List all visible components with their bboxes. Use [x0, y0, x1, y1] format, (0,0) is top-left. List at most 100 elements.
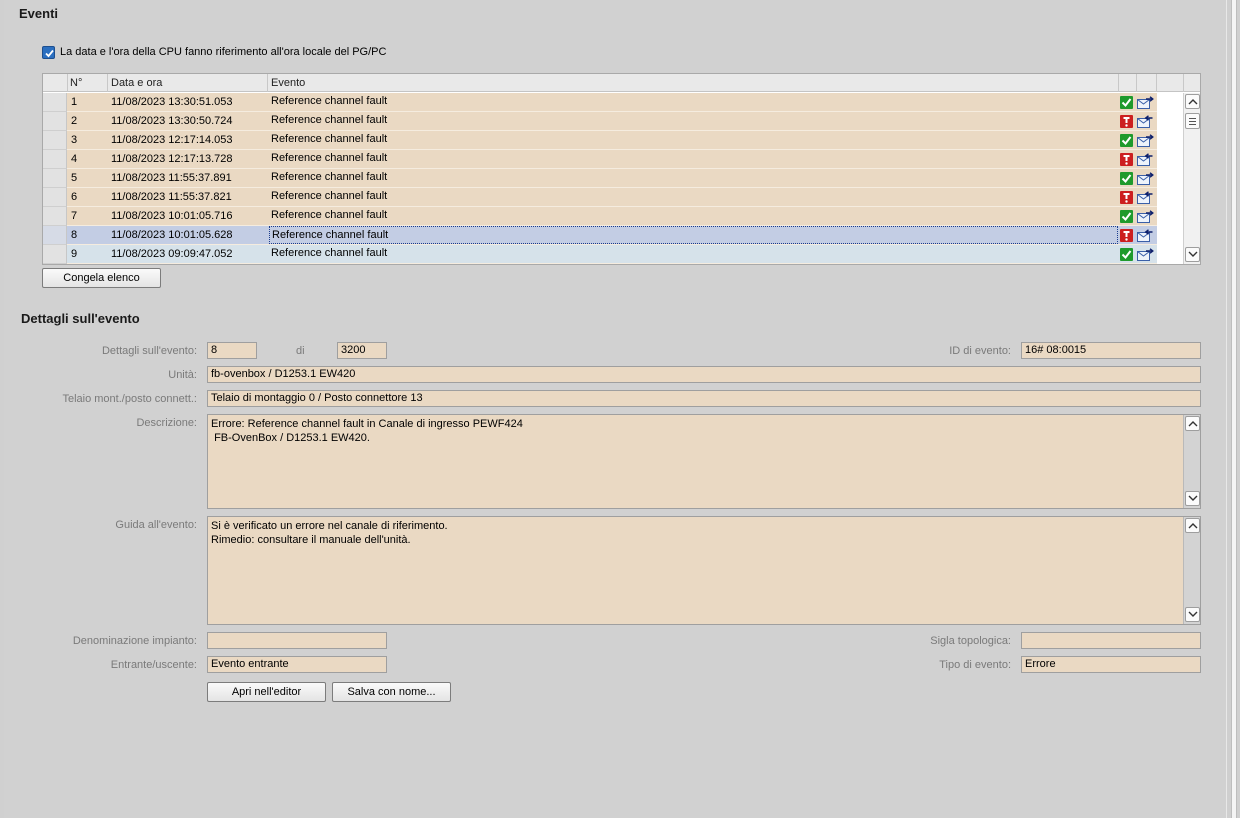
- row-event: Reference channel fault: [271, 209, 388, 221]
- description-textarea[interactable]: Errore: Reference channel fault in Canal…: [207, 414, 1201, 509]
- row-datetime: 11/08/2023 12:17:13.728: [111, 153, 233, 165]
- table-row[interactable]: 7 11/08/2023 10:01:05.716 Reference chan…: [43, 207, 1183, 226]
- error-icon: [1120, 115, 1133, 128]
- envelope-icon: [1137, 172, 1154, 185]
- row-number: 5: [71, 172, 78, 184]
- local-time-checkbox-row[interactable]: La data e l'ora della CPU fanno riferime…: [42, 45, 386, 59]
- scroll-up-button[interactable]: [1185, 416, 1200, 431]
- row-datetime: 11/08/2023 11:55:37.891: [111, 172, 232, 184]
- events-table-header: N° Data e ora Evento: [43, 74, 1200, 92]
- row-event: Reference channel fault: [271, 171, 388, 183]
- error-icon: [1120, 153, 1133, 166]
- event-total-field[interactable]: 3200: [337, 342, 387, 359]
- details-title: Dettagli sull'evento: [21, 311, 140, 326]
- topology-field[interactable]: [1021, 632, 1201, 649]
- event-guide-scrollbar[interactable]: [1183, 517, 1200, 624]
- scroll-up-button[interactable]: [1185, 518, 1200, 533]
- unit-label: Unità:: [168, 369, 197, 381]
- plant-designation-label: Denominazione impianto:: [72, 635, 197, 647]
- row-datetime: 11/08/2023 13:30:51.053: [111, 96, 233, 108]
- table-row[interactable]: 5 11/08/2023 11:55:37.891 Reference chan…: [43, 169, 1183, 188]
- row-datetime: 11/08/2023 09:09:47.052: [111, 248, 233, 260]
- ok-icon: [1120, 134, 1133, 147]
- envelope-icon: [1137, 153, 1154, 166]
- error-icon: [1120, 229, 1133, 242]
- events-table[interactable]: N° Data e ora Evento 1 11/08/2023 13:30:…: [42, 73, 1201, 265]
- envelope-icon: [1137, 96, 1154, 109]
- table-row[interactable]: 4 11/08/2023 12:17:13.728 Reference chan…: [43, 150, 1183, 169]
- row-datetime: 11/08/2023 11:55:37.821: [111, 191, 232, 203]
- local-time-checkbox-label: La data e l'ora della CPU fanno riferime…: [60, 46, 387, 58]
- event-id-field[interactable]: 16# 08:0015: [1021, 342, 1201, 359]
- row-datetime: 11/08/2023 10:01:05.628: [111, 229, 233, 241]
- event-guide-textarea[interactable]: Si è verificato un errore nel canale di …: [207, 516, 1201, 625]
- row-event: Reference channel fault: [271, 247, 388, 259]
- envelope-icon: [1137, 115, 1154, 128]
- topology-label: Sigla topologica:: [930, 635, 1011, 647]
- row-number: 6: [71, 191, 78, 203]
- row-number: 4: [71, 153, 78, 165]
- event-index-field[interactable]: 8: [207, 342, 257, 359]
- scroll-down-button[interactable]: [1185, 607, 1200, 622]
- row-number: 1: [71, 96, 78, 108]
- ok-icon: [1120, 172, 1133, 185]
- event-details-label: Dettagli sull'evento:: [101, 345, 197, 357]
- incoming-outgoing-field[interactable]: Evento entrante: [207, 656, 387, 673]
- row-number: 2: [71, 115, 78, 127]
- ok-icon: [1120, 248, 1133, 261]
- row-number: 8: [71, 229, 78, 241]
- open-in-editor-button[interactable]: Apri nell'editor: [207, 682, 326, 702]
- event-guide-label: Guida all'evento:: [115, 519, 197, 531]
- table-row[interactable]: 9 11/08/2023 09:09:47.052 Reference chan…: [43, 245, 1183, 264]
- envelope-icon: [1137, 229, 1154, 242]
- row-number: 9: [71, 248, 78, 260]
- column-header-event[interactable]: Evento: [271, 74, 305, 92]
- row-datetime: 11/08/2023 13:30:50.724: [111, 115, 233, 127]
- description-label: Descrizione:: [136, 417, 197, 429]
- of-label: di: [296, 345, 305, 357]
- save-as-button[interactable]: Salva con nome...: [332, 682, 451, 702]
- table-row[interactable]: 6 11/08/2023 11:55:37.821 Reference chan…: [43, 188, 1183, 207]
- row-event: Reference channel fault: [271, 152, 388, 164]
- ok-icon: [1120, 210, 1133, 223]
- scroll-down-button[interactable]: [1185, 491, 1200, 506]
- rack-slot-field[interactable]: Telaio di montaggio 0 / Posto connettore…: [207, 390, 1201, 407]
- row-event: Reference channel fault: [271, 95, 388, 107]
- table-row[interactable]: 1 11/08/2023 13:30:51.053 Reference chan…: [43, 93, 1183, 112]
- outer-scrollbar-track[interactable]: [1231, 0, 1237, 818]
- row-event: Reference channel fault: [271, 190, 388, 202]
- row-datetime: 11/08/2023 12:17:14.053: [111, 134, 233, 146]
- row-number: 3: [71, 134, 78, 146]
- ok-icon: [1120, 96, 1133, 109]
- envelope-icon: [1137, 134, 1154, 147]
- envelope-icon: [1137, 210, 1154, 223]
- incoming-outgoing-label: Entrante/uscente:: [110, 659, 197, 671]
- table-row[interactable]: 3 11/08/2023 12:17:14.053 Reference chan…: [43, 131, 1183, 150]
- error-icon: [1120, 191, 1133, 204]
- local-time-checkbox[interactable]: [42, 45, 55, 59]
- plant-designation-field[interactable]: [207, 632, 387, 649]
- freeze-list-button[interactable]: Congela elenco: [42, 268, 161, 288]
- row-datetime: 11/08/2023 10:01:05.716: [111, 210, 233, 222]
- event-type-field[interactable]: Errore: [1021, 656, 1201, 673]
- table-row-selected[interactable]: 8 11/08/2023 10:01:05.628 Reference chan…: [43, 226, 1183, 245]
- row-event: Reference channel fault: [269, 226, 1118, 244]
- event-type-label: Tipo di evento:: [939, 659, 1011, 671]
- outer-scrollbar[interactable]: [1226, 0, 1240, 818]
- column-header-datetime[interactable]: Data e ora: [111, 74, 162, 92]
- events-title: Eventi: [19, 6, 59, 21]
- row-event: Reference channel fault: [271, 133, 388, 145]
- row-event: Reference channel fault: [271, 114, 388, 126]
- row-number: 7: [71, 210, 78, 222]
- event-id-label: ID di evento:: [949, 345, 1011, 357]
- scroll-up-button[interactable]: [1185, 94, 1200, 109]
- scroll-thumb[interactable]: [1185, 113, 1200, 129]
- table-row[interactable]: 2 11/08/2023 13:30:50.724 Reference chan…: [43, 112, 1183, 131]
- column-header-number[interactable]: N°: [70, 74, 82, 92]
- scroll-down-button[interactable]: [1185, 247, 1200, 262]
- events-table-scrollbar[interactable]: [1183, 93, 1200, 264]
- unit-field[interactable]: fb-ovenbox / D1253.1 EW420: [207, 366, 1201, 383]
- rack-slot-label: Telaio mont./posto connett.:: [62, 393, 197, 405]
- description-scrollbar[interactable]: [1183, 415, 1200, 508]
- envelope-icon: [1137, 248, 1154, 261]
